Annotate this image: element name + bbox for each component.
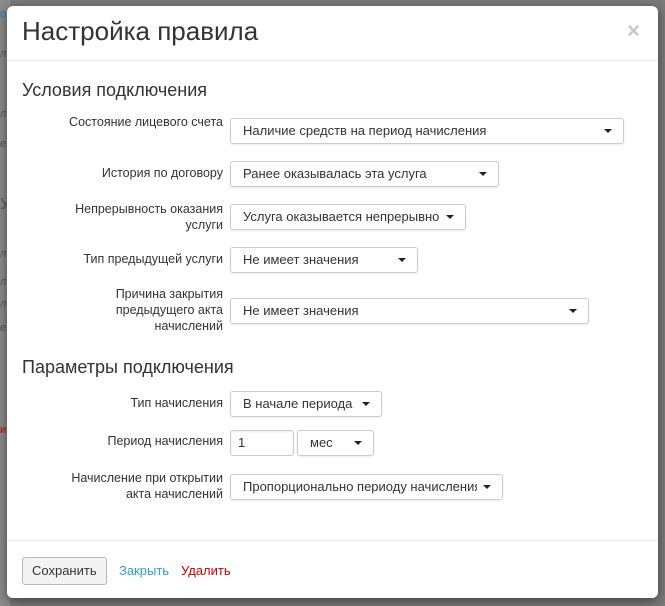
rule-settings-modal: Настройка правила × Условия подключения … [7, 6, 658, 598]
chevron-down-icon [569, 309, 577, 313]
background-fragment: л [0, 276, 7, 288]
previous-act-closing-reason-select[interactable]: Не имеет значения [230, 298, 589, 324]
charge-period-unit-value: мес [310, 435, 333, 450]
account-state-select[interactable]: Наличие средств на период начисления [230, 118, 624, 144]
contract-history-select[interactable]: Ранее оказывалась эта услуга [230, 161, 499, 187]
account-state-label: Состояние лицевого счета [69, 115, 223, 129]
background-fragment: и [0, 424, 7, 436]
section-title-connection-parameters: Параметры подключения [22, 357, 234, 377]
contract-history-value: Ранее оказывалась эта услуга [243, 166, 427, 181]
charge-period-label: Период начисления [107, 434, 223, 448]
background-fragment: л [0, 298, 7, 310]
background-fragment: л [0, 248, 7, 260]
chevron-down-icon [354, 441, 362, 445]
charge-on-open-label: Начисление при открытии акта начислений [71, 471, 223, 501]
previous-act-closing-reason-value: Не имеет значения [243, 303, 359, 318]
charge-on-open-value: Пропорционально периоду начисления [243, 479, 482, 494]
modal-title: Настройка правила [22, 16, 259, 46]
background-fragment: е [0, 322, 7, 334]
charge-period-number-input[interactable]: 1 [230, 430, 294, 456]
background-fragment: е [0, 138, 7, 150]
charge-type-label: Тип начисления [130, 396, 223, 410]
charge-period-unit-select[interactable]: мес [297, 430, 374, 456]
background-fragment: о [0, 8, 7, 20]
account-state-value: Наличие средств на период начисления [243, 123, 487, 138]
charge-type-value: В начале периода [243, 396, 353, 411]
previous-service-type-select[interactable]: Не имеет значения [230, 247, 418, 273]
previous-service-type-label: Тип предыдущей услуги [83, 252, 223, 266]
section-title-connection-conditions: Условия подключения [22, 80, 207, 100]
chevron-down-icon [483, 485, 491, 489]
modal-header: Настройка правила × [7, 6, 658, 61]
close-link[interactable]: Закрыть [119, 563, 169, 578]
chevron-down-icon [446, 215, 454, 219]
previous-service-type-value: Не имеет значения [243, 252, 359, 267]
background-fragment: л [0, 108, 7, 120]
service-continuity-value: Услуга оказывается непрерывно [243, 209, 440, 224]
contract-history-label: История по договору [101, 166, 223, 180]
chevron-down-icon [479, 172, 487, 176]
delete-link[interactable]: Удалить [181, 563, 231, 578]
service-continuity-select[interactable]: Услуга оказывается непрерывно [230, 204, 466, 230]
background-fragment: л [0, 48, 7, 60]
modal-footer: Сохранить Закрыть Удалить [7, 540, 658, 598]
charge-type-select[interactable]: В начале периода [230, 391, 382, 417]
chevron-down-icon [398, 258, 406, 262]
chevron-down-icon [604, 129, 612, 133]
service-continuity-label: Непрерывность оказания услуги [75, 202, 223, 232]
save-button[interactable]: Сохранить [22, 557, 107, 585]
chevron-down-icon [362, 402, 370, 406]
close-icon[interactable]: × [627, 20, 640, 42]
charge-on-open-select[interactable]: Пропорционально периоду начисления [230, 474, 503, 500]
previous-act-closing-reason-label: Причина закрытия предыдущего акта начисл… [115, 287, 223, 333]
